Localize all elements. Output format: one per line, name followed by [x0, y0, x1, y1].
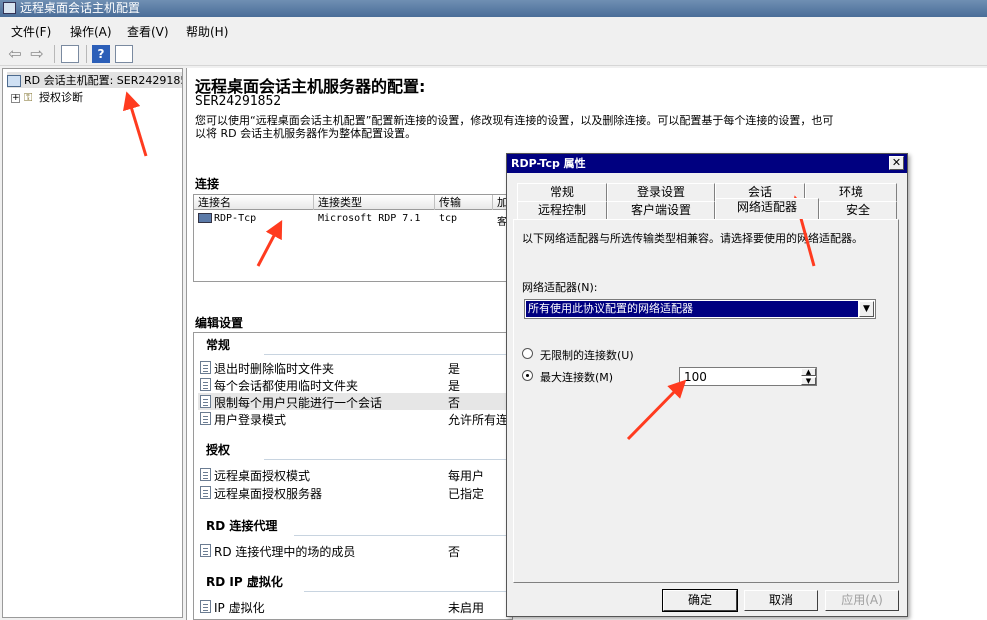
forward-arrow-icon[interactable]: ⇨ [28, 45, 46, 63]
cancel-button[interactable]: 取消 [744, 590, 818, 611]
setting-single-session[interactable]: 限制每个用户只能进行一个会话否 [198, 393, 512, 410]
setting-farm-member[interactable]: RD 连接代理中的场的成员否 [198, 542, 512, 559]
network-adapter-panel: 以下网络适配器与所选传输类型相兼容。请选择要使用的网络适配器。 网络适配器(N)… [513, 219, 899, 583]
cell-transport: tcp [439, 213, 458, 224]
tab-security[interactable]: 安全 [819, 201, 897, 219]
radio-button-checked[interactable] [522, 370, 533, 381]
back-arrow-icon[interactable]: ⇦ [6, 45, 24, 63]
expand-icon[interactable]: + [11, 93, 20, 103]
page-description: 您可以使用“远程桌面会话主机配置”配置新连接的设置，修改现有连接的设置，以及删除… [195, 114, 834, 140]
group-divider [304, 591, 512, 592]
menu-file[interactable]: 文件(F) [11, 23, 51, 40]
close-icon[interactable]: ✕ [889, 156, 904, 170]
adapter-description: 以下网络适配器与所选传输类型相兼容。请选择要使用的网络适配器。 [522, 232, 863, 245]
show-action-pane-icon[interactable] [115, 45, 133, 63]
group-title-connection-broker: RD 连接代理 [206, 519, 278, 533]
help-icon[interactable]: ? [92, 45, 110, 63]
settings-doc-icon [200, 600, 211, 613]
spin-down-icon[interactable]: ▼ [801, 377, 816, 385]
toolbar-separator [54, 45, 55, 63]
tree-item-rd-session-host-config[interactable]: RD 会话主机配置: SER24291852 [7, 72, 182, 88]
setting-temp-per-session[interactable]: 每个会话都使用临时文件夹是 [198, 376, 512, 393]
edit-settings-list: 常规 退出时删除临时文件夹是 每个会话都使用临时文件夹是 限制每个用户只能进行一… [193, 332, 513, 620]
settings-doc-icon [200, 412, 211, 425]
settings-doc-icon [200, 486, 211, 499]
group-title-general: 常规 [206, 338, 231, 352]
computer-icon [7, 75, 21, 87]
setting-user-logon-mode[interactable]: 用户登录模式 允许所有连 [198, 410, 512, 427]
ok-button[interactable]: 确定 [662, 589, 738, 612]
connections-table: 连接名 连接类型 传输 加 RDP-Tcp Microsoft RDP 7.1 … [193, 194, 513, 282]
menu-help[interactable]: 帮助(H) [186, 23, 228, 40]
settings-doc-icon [200, 544, 211, 557]
app-icon [3, 2, 16, 14]
group-divider [294, 535, 512, 536]
settings-doc-icon [200, 468, 211, 481]
radio-button[interactable] [522, 348, 533, 359]
menu-view[interactable]: 查看(V) [127, 23, 169, 40]
menu-bar: 文件(F) 操作(A) 查看(V) 帮助(H) [0, 19, 987, 41]
key-icon: ⚿ [24, 91, 33, 104]
adapter-label: 网络适配器(N): [522, 281, 598, 294]
edit-settings-label: 编辑设置 [195, 316, 244, 330]
connection-icon [198, 213, 212, 223]
col-header-name[interactable]: 连接名 [194, 195, 314, 210]
network-adapter-select[interactable]: 所有使用此协议配置的网络适配器 ▼ [524, 299, 876, 319]
dialog-title: RDP-Tcp 属性 [507, 154, 907, 173]
toolbar-separator [86, 45, 87, 63]
window-titlebar: 远程桌面会话主机配置 [0, 0, 987, 17]
selected-adapter: 所有使用此协议配置的网络适配器 [526, 301, 858, 317]
cell-type: Microsoft RDP 7.1 [318, 213, 421, 224]
tree-item-licensing-diagnosis[interactable]: + ⚿ 授权诊断 [11, 89, 83, 105]
group-title-licensing: 授权 [206, 443, 231, 457]
setting-ip-virtualization[interactable]: IP 虚拟化 未启用 [198, 598, 512, 615]
col-header-type[interactable]: 连接类型 [314, 195, 435, 210]
server-name: SER24291852 [195, 94, 282, 109]
group-divider [264, 459, 512, 460]
tab-network-adapter[interactable]: 网络适配器 [715, 198, 819, 219]
col-header-transport[interactable]: 传输 [435, 195, 493, 210]
tab-general[interactable]: 常规 [517, 183, 607, 201]
apply-button[interactable]: 应用(A) [825, 590, 899, 611]
max-connections-value[interactable]: 100 [684, 370, 707, 384]
group-title-ip-virtualization: RD IP 虚拟化 [206, 575, 283, 589]
setting-delete-temp-on-exit[interactable]: 退出时删除临时文件夹是 [198, 359, 512, 376]
spin-up-icon[interactable]: ▲ [801, 368, 816, 376]
tab-client-settings[interactable]: 客户端设置 [607, 201, 715, 219]
table-row[interactable]: RDP-Tcp Microsoft RDP 7.1 tcp 客 [194, 212, 512, 228]
chevron-down-icon[interactable]: ▼ [859, 301, 874, 317]
toolbar: ⇦ ⇨ ? [0, 42, 987, 66]
show-hide-console-tree-icon[interactable] [61, 45, 79, 63]
table-header: 连接名 连接类型 传输 加 [194, 195, 512, 210]
window-title: 远程桌面会话主机配置 [20, 1, 141, 15]
settings-doc-icon [200, 361, 211, 374]
tab-remote-control[interactable]: 远程控制 [517, 201, 607, 219]
setting-licensing-mode[interactable]: 远程桌面授权模式 每用户 [198, 466, 512, 483]
settings-doc-icon [200, 395, 211, 408]
setting-licensing-server[interactable]: 远程桌面授权服务器 已指定 [198, 484, 512, 501]
menu-action[interactable]: 操作(A) [70, 23, 112, 40]
max-connections-stepper[interactable]: 100 ▲ ▼ [679, 367, 817, 386]
tab-logon-settings[interactable]: 登录设置 [607, 183, 715, 201]
group-divider [264, 354, 512, 355]
settings-doc-icon [200, 378, 211, 391]
console-tree: RD 会话主机配置: SER24291852 + ⚿ 授权诊断 [2, 68, 183, 618]
connections-label: 连接 [195, 177, 220, 191]
rdp-tcp-properties-dialog: RDP-Tcp 属性 ✕ 常规 登录设置 会话 环境 远程控制 客户端设置 网络… [506, 153, 908, 617]
